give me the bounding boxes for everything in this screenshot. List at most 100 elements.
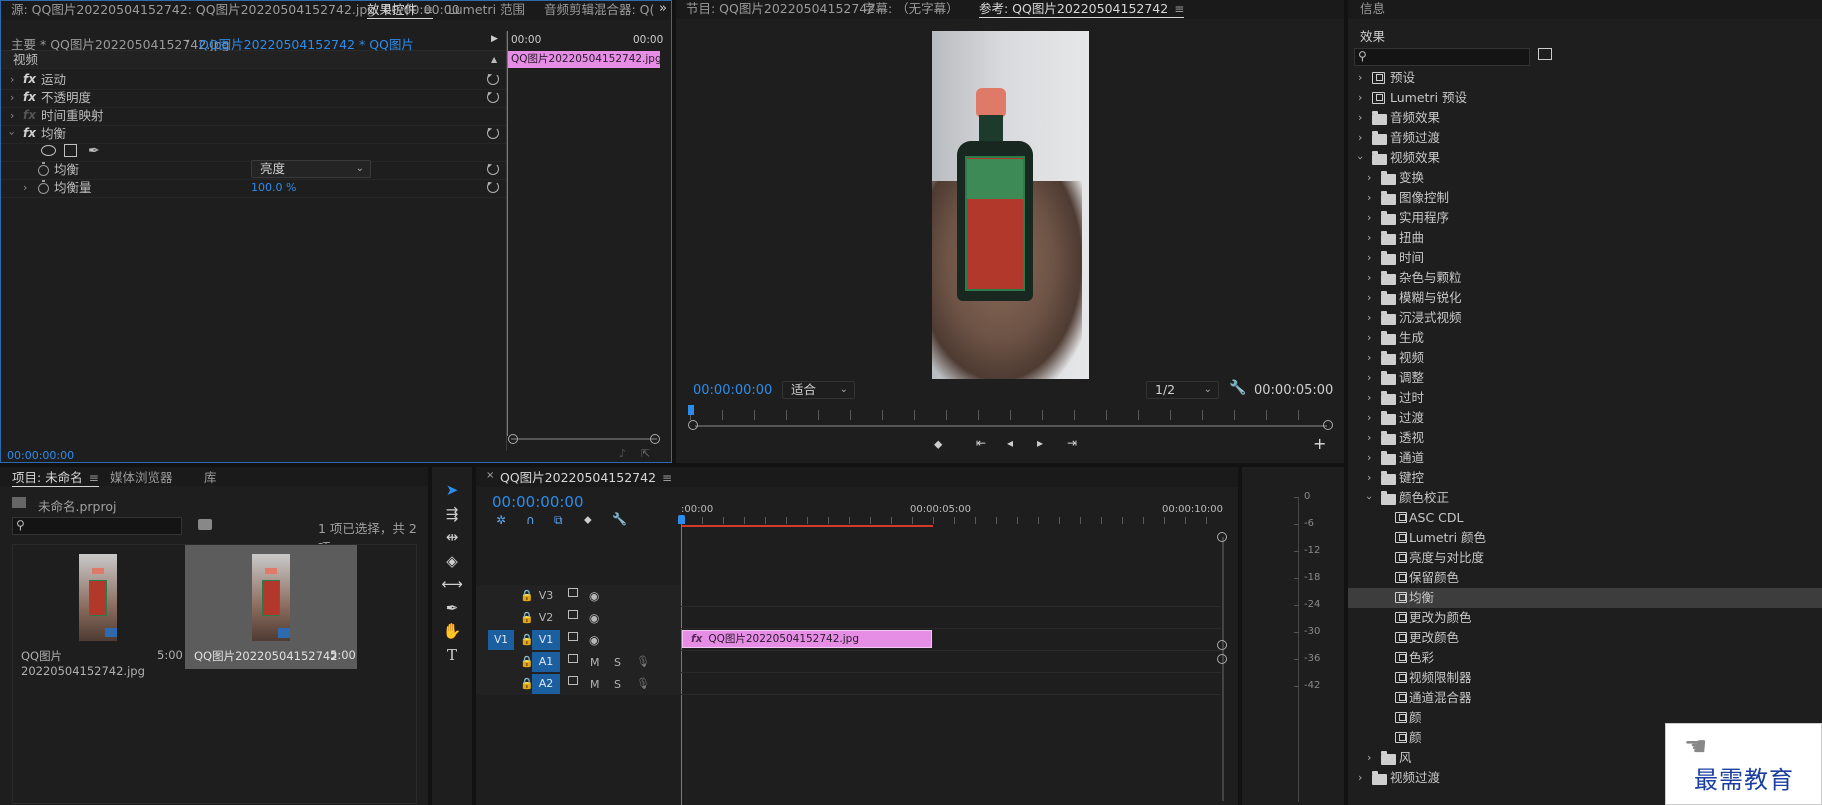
zoom-handle-right[interactable] xyxy=(650,434,660,444)
effects-tree-item[interactable]: 均衡 xyxy=(1348,588,1822,608)
ripple-edit-tool-icon[interactable]: ⇹ xyxy=(432,524,472,550)
ellipse-mask-icon[interactable] xyxy=(41,145,56,156)
export-icon[interactable]: ⇱ xyxy=(641,447,650,460)
effects-tree-item[interactable]: › 扭曲 xyxy=(1348,228,1822,248)
effects-tree-item[interactable]: › 音频过渡 xyxy=(1348,128,1822,148)
nest-icon[interactable]: ✲ xyxy=(496,513,506,527)
timeline-clip-v1[interactable]: fx QQ图片20220504152742.jpg xyxy=(682,630,932,648)
find-icon[interactable] xyxy=(198,519,212,530)
tab-effect-controls[interactable]: 效果控件 ≡ xyxy=(367,1,434,19)
zoom-handle-left[interactable] xyxy=(688,420,698,430)
tab-program[interactable]: 节目: QQ图片20220504152742 xyxy=(686,0,875,18)
stopwatch-icon[interactable] xyxy=(38,180,49,194)
effects-tree-item[interactable]: › 变换 xyxy=(1348,168,1822,188)
expand-chevron-icon[interactable]: › xyxy=(1358,128,1362,148)
expand-chevron-icon[interactable]: › xyxy=(1367,168,1371,188)
effects-tree-item[interactable]: › 颜色校正 xyxy=(1348,488,1822,508)
program-timecode[interactable]: 00:00:00:00 xyxy=(693,383,772,398)
project-item-selected[interactable]: QQ图片20220504152742 5:00 xyxy=(185,545,357,669)
scroll-up-icon[interactable]: ▲ xyxy=(491,51,497,69)
expand-chevron-icon[interactable]: › xyxy=(1367,388,1371,408)
solo-button[interactable]: S xyxy=(614,656,621,669)
effects-tree-item[interactable]: 更改为颜色 xyxy=(1348,608,1822,628)
effects-tree-item[interactable]: 更改颜色 xyxy=(1348,628,1822,648)
effects-tree-item[interactable]: › 杂色与颗粒 xyxy=(1348,268,1822,288)
expand-chevron-icon[interactable]: › xyxy=(1367,288,1371,308)
equalize-amount-value[interactable]: 100.0 % xyxy=(251,177,296,198)
eye-icon[interactable]: ◉ xyxy=(589,611,599,625)
project-search-input[interactable]: ⚲ xyxy=(12,517,182,535)
scroll-handle-mid[interactable] xyxy=(1217,640,1227,650)
step-back-icon[interactable]: ◂ xyxy=(1007,436,1013,450)
add-button-icon[interactable]: + xyxy=(1313,434,1326,453)
effects-tree-item[interactable]: › 时间 xyxy=(1348,248,1822,268)
sync-lock-icon[interactable] xyxy=(568,588,578,597)
sync-lock-icon[interactable] xyxy=(568,676,578,685)
expand-chevron-icon[interactable]: › xyxy=(1367,428,1371,448)
tab-audio-clip-mixer[interactable]: 音频剪辑混合器: Q( xyxy=(544,1,654,19)
expand-chevron-icon[interactable]: › xyxy=(1367,448,1371,468)
tab-project[interactable]: 项目: 未命名 ≡ xyxy=(12,469,99,487)
scroll-handle-mid2[interactable] xyxy=(1217,654,1227,664)
panel-menu-icon[interactable]: ≡ xyxy=(89,471,99,485)
effects-tree-item[interactable]: › 过时 xyxy=(1348,388,1822,408)
effects-search-input[interactable]: ⚲ xyxy=(1354,48,1530,66)
program-ruler[interactable] xyxy=(690,410,1330,420)
play-triangle-icon[interactable]: ▶ xyxy=(491,34,498,44)
expand-chevron-icon[interactable]: › xyxy=(1367,408,1371,428)
reset-icon[interactable] xyxy=(487,127,499,139)
hand-tool-icon[interactable]: ✋ xyxy=(432,618,472,644)
track-name[interactable]: V3 xyxy=(532,586,560,606)
selection-tool-icon[interactable]: ➤ xyxy=(432,477,472,503)
step-forward-icon[interactable]: ▸ xyxy=(1037,436,1043,450)
tab-library[interactable]: 库 xyxy=(204,469,217,487)
tab-reference[interactable]: 参考: QQ图片20220504152742 ≡ xyxy=(979,0,1185,18)
expand-chevron-icon[interactable]: › xyxy=(1358,88,1362,108)
effects-tree-item[interactable]: 保留颜色 xyxy=(1348,568,1822,588)
expand-chevron-icon[interactable]: › xyxy=(23,177,27,198)
expand-chevron-icon[interactable]: › xyxy=(1367,228,1371,248)
zoom-handle-left[interactable] xyxy=(508,434,518,444)
tab-media-browser[interactable]: 媒体浏览器 xyxy=(110,469,173,487)
expand-chevron-icon[interactable]: › xyxy=(1367,348,1371,368)
effects-tree-item[interactable]: › 预设 xyxy=(1348,68,1822,88)
new-bin-icon[interactable] xyxy=(1538,48,1552,60)
track-name[interactable]: V2 xyxy=(532,608,560,628)
expand-chevron-icon[interactable]: › xyxy=(1367,208,1371,228)
linked-selection-icon[interactable]: ⧉ xyxy=(554,513,563,528)
expand-chevron-icon[interactable]: › xyxy=(1367,748,1371,768)
video-frame[interactable] xyxy=(932,31,1089,379)
expand-chevron-icon[interactable]: › xyxy=(1358,768,1362,788)
effects-tree-item[interactable]: › 模糊与锐化 xyxy=(1348,288,1822,308)
fit-dropdown[interactable]: 适合 ⌄ xyxy=(782,381,855,399)
type-tool-icon[interactable]: T xyxy=(432,642,472,668)
tab-info[interactable]: 信息 xyxy=(1360,0,1385,18)
timeline-settings-wrench-icon[interactable]: 🔧 xyxy=(612,512,627,526)
effects-tree-item[interactable]: › 调整 xyxy=(1348,368,1822,388)
microphone-icon[interactable]: 🎙 xyxy=(636,677,650,690)
effects-tree-item[interactable]: › 键控 xyxy=(1348,468,1822,488)
expand-chevron-icon[interactable]: › xyxy=(1367,268,1371,288)
reset-icon[interactable] xyxy=(487,181,499,193)
expand-chevron-icon[interactable]: › xyxy=(1367,188,1371,208)
add-marker-icon[interactable]: ⬥ xyxy=(584,513,592,527)
effects-tree-item[interactable]: › 实用程序 xyxy=(1348,208,1822,228)
wrench-icon[interactable]: 🔧 xyxy=(1229,380,1246,396)
program-playhead[interactable] xyxy=(688,405,694,415)
collapse-chevron-icon[interactable]: › xyxy=(1350,156,1370,160)
effects-tree-item[interactable]: 视频限制器 xyxy=(1348,668,1822,688)
eye-icon[interactable]: ◉ xyxy=(589,589,599,603)
reset-icon[interactable] xyxy=(487,91,499,103)
effects-tree-item[interactable]: › 沉浸式视频 xyxy=(1348,308,1822,328)
microphone-icon[interactable]: 🎙 xyxy=(636,655,650,668)
source-patch-v1[interactable]: V1 xyxy=(488,630,514,650)
tab-lumetri-scopes[interactable]: Lumetri 范围 xyxy=(448,1,525,19)
tab-captions[interactable]: 字幕: （无字幕） xyxy=(863,0,959,18)
effects-tree-item[interactable]: › Lumetri 预设 xyxy=(1348,88,1822,108)
effects-tree-item[interactable]: › 通道 xyxy=(1348,448,1822,468)
effects-tree-item[interactable]: 通道混合器 xyxy=(1348,688,1822,708)
effects-tree-item[interactable]: › 透视 xyxy=(1348,428,1822,448)
timeline-timecode[interactable]: 00:00:00:00 xyxy=(492,493,584,511)
panel-menu-icon[interactable]: ≡ xyxy=(662,471,672,485)
expand-chevron-icon[interactable]: › xyxy=(1367,368,1371,388)
